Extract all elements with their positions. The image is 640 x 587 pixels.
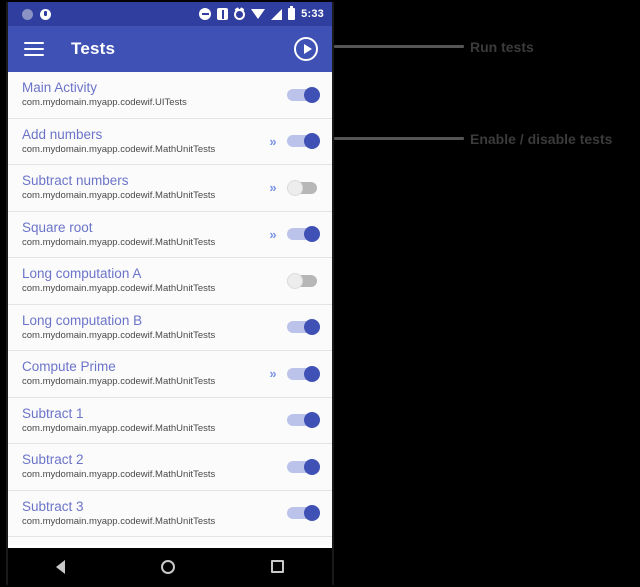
toggle-thumb [304, 86, 320, 103]
do-not-disturb-icon [199, 8, 212, 20]
account-dot-icon [40, 8, 51, 20]
back-triangle-icon[interactable] [56, 559, 65, 574]
status-bar-right-icons: 5:33 [199, 6, 324, 20]
test-name: Long computation B [22, 312, 143, 328]
test-row-texts: Long computation Acom.mydomain.myapp.cod… [22, 266, 268, 295]
page-title: Tests [71, 39, 116, 58]
test-package: com.mydomain.myapp.codewif.MathUnitTests [22, 376, 216, 388]
battery-icon [288, 6, 296, 20]
test-row-texts: Subtract 2 com.mydomain.myapp.codewif.Mat… [22, 452, 268, 481]
test-package: com.mydomain.myapp.codewif.MathUnitTests [22, 190, 216, 202]
test-row[interactable]: Compute Prime com.mydomain.myapp.codewif.… [8, 351, 332, 398]
test-row[interactable]: Long computation Acom.mydomain.myapp.cod… [8, 258, 332, 305]
recents-square-icon[interactable] [271, 560, 284, 573]
test-enable-toggle[interactable] [287, 133, 320, 150]
status-bar-left-icons [22, 8, 51, 20]
status-bar-clock: 5:33 [301, 8, 324, 20]
record-dot-icon [22, 8, 33, 20]
test-name: Subtract 1 [22, 405, 84, 421]
toggle-thumb [304, 226, 320, 243]
test-row[interactable]: Add numbers com.mydomain.myapp.codewif.Ma… [8, 118, 332, 165]
test-package: com.mydomain.myapp.codewif.MathUnitTests [22, 143, 216, 155]
test-package: com.mydomain.myapp.codewif.MathUnitTests [22, 283, 216, 295]
alarm-icon [234, 8, 246, 20]
annotation-leader-line [334, 137, 464, 140]
wifi-icon [251, 9, 266, 19]
android-nav-bar [8, 545, 332, 585]
phone-frame: 5:33 Tests Main Activity com.mydomain.mya… [6, 2, 334, 585]
test-list[interactable]: Main Activity com.mydomain.myapp.codewif.… [8, 72, 332, 545]
vibrate-icon [217, 8, 229, 20]
test-enable-toggle[interactable] [287, 86, 320, 103]
test-name: Add numbers [22, 126, 103, 142]
test-row[interactable]: Subtract 2 com.mydomain.myapp.codewif.Mat… [8, 444, 332, 491]
test-row[interactable]: Square root com.mydomain.myapp.codewif.Ma… [8, 211, 332, 258]
toggle-thumb [304, 458, 320, 475]
double-chevron-icon[interactable]: » [268, 366, 278, 381]
test-package: com.mydomain.myapp.codewif.MathUnitTests [22, 236, 216, 248]
toggle-thumb [304, 505, 320, 522]
test-name: Square root [22, 219, 93, 235]
test-package: com.mydomain.myapp.codewif.MathUnitTests [22, 515, 216, 527]
test-name: Subtract numbers [22, 173, 129, 189]
test-enable-toggle[interactable] [287, 319, 320, 336]
toggle-thumb [304, 412, 320, 429]
test-row[interactable]: Subtract numbers com.mydomain.myapp.codew… [8, 165, 332, 212]
test-row-texts: Subtract 1 com.mydomain.myapp.codewif.Mat… [22, 406, 268, 435]
double-chevron-icon[interactable]: » [268, 134, 278, 149]
test-enable-toggle[interactable] [287, 179, 320, 196]
test-package: com.mydomain.myapp.codewif.MathUnitTests [22, 469, 216, 481]
hamburger-menu-icon[interactable] [24, 42, 44, 56]
annotation-leader-line [334, 45, 464, 48]
home-circle-icon[interactable] [161, 559, 175, 574]
test-enable-toggle[interactable] [287, 505, 320, 522]
test-package: com.mydomain.myapp.codewif.MathUnitTests [22, 422, 216, 434]
test-enable-toggle[interactable] [287, 272, 320, 289]
test-enable-toggle[interactable] [287, 412, 320, 429]
test-row-texts: Square root com.mydomain.myapp.codewif.Ma… [22, 220, 268, 249]
screenshot-root: 5:33 Tests Main Activity com.mydomain.mya… [0, 0, 640, 587]
test-name: Long computation A [22, 266, 142, 282]
test-row[interactable]: Subtract 3 com.mydomain.myapp.codewif.Mat… [8, 490, 332, 537]
toggle-thumb [304, 133, 320, 150]
status-bar: 5:33 [8, 2, 332, 26]
toggle-thumb [304, 365, 320, 382]
test-name: Compute Prime [22, 359, 116, 375]
app-bar: Tests [8, 26, 332, 72]
test-row-texts: Compute Prime com.mydomain.myapp.codewif.… [22, 359, 268, 388]
toggle-thumb [304, 319, 320, 336]
test-row-texts: Add numbers com.mydomain.myapp.codewif.Ma… [22, 127, 268, 156]
annotation-label: Run tests [470, 39, 534, 55]
test-row[interactable]: Subtract 1 com.mydomain.myapp.codewif.Mat… [8, 397, 332, 444]
test-package: com.mydomain.myapp.codewif.UITests [22, 97, 187, 109]
test-name: Subtract 3 [22, 498, 84, 514]
test-row-texts: Long computation Bcom.mydomain.myapp.cod… [22, 313, 268, 342]
test-row-texts: Main Activity com.mydomain.myapp.codewif.… [22, 80, 268, 109]
test-package: com.mydomain.myapp.codewif.MathUnitTests [22, 329, 216, 341]
test-row[interactable]: Main Activity com.mydomain.myapp.codewif.… [8, 72, 332, 119]
double-chevron-icon[interactable]: » [268, 227, 278, 242]
test-name: Main Activity [22, 80, 98, 96]
test-row-texts: Subtract 3 com.mydomain.myapp.codewif.Mat… [22, 499, 268, 528]
toggle-thumb [287, 179, 303, 196]
toggle-thumb [287, 272, 303, 289]
play-circle-icon [303, 44, 312, 54]
test-row-texts: Subtract numbers com.mydomain.myapp.codew… [22, 173, 268, 202]
test-enable-toggle[interactable] [287, 226, 320, 243]
test-name: Subtract 2 [22, 452, 84, 468]
run-tests-button[interactable] [294, 37, 318, 61]
annotation-label: Enable / disable tests [470, 131, 613, 147]
test-enable-toggle[interactable] [287, 458, 320, 475]
test-enable-toggle[interactable] [287, 365, 320, 382]
test-row[interactable]: Long computation Bcom.mydomain.myapp.cod… [8, 304, 332, 351]
cell-signal-icon [271, 8, 283, 20]
double-chevron-icon[interactable]: » [268, 180, 278, 195]
